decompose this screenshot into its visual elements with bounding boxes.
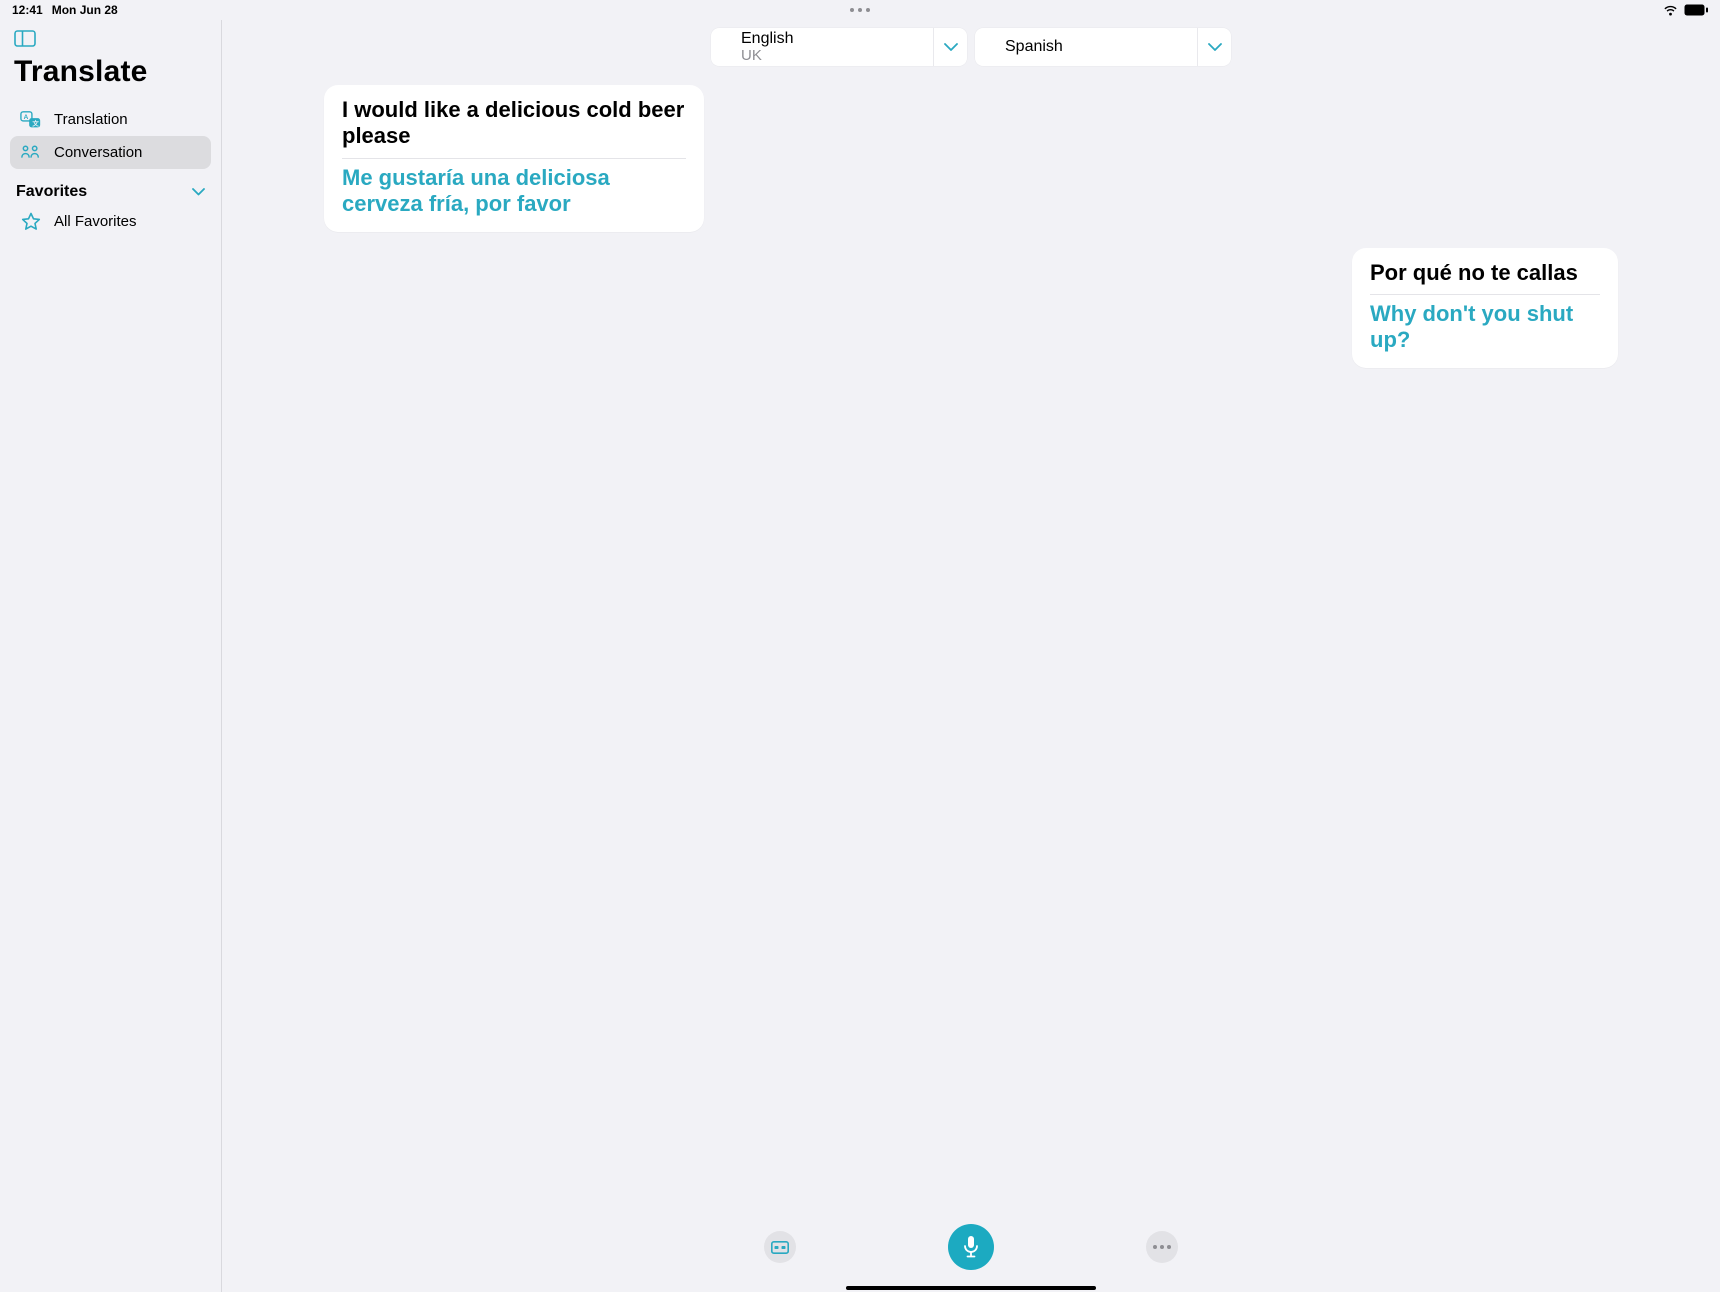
- status-date: Mon Jun 28: [52, 3, 118, 17]
- status-bar: 12:41 Mon Jun 28: [0, 0, 1720, 20]
- svg-text:文: 文: [32, 118, 39, 127]
- ellipsis-icon: [1153, 1245, 1171, 1249]
- sidebar-toggle-icon[interactable]: [14, 29, 38, 47]
- language-picker-bar: English UK Spanish: [711, 28, 1231, 66]
- sidebar-item-label: Translation: [54, 111, 128, 128]
- wifi-icon: [1663, 5, 1678, 16]
- favorites-header-label: Favorites: [16, 183, 87, 201]
- battery-icon: [1684, 4, 1708, 16]
- page-title: Translate: [14, 55, 207, 89]
- message-bubble[interactable]: Por qué no te callas Why don't you shut …: [1352, 248, 1618, 368]
- microphone-button[interactable]: [948, 1224, 994, 1270]
- sidebar-item-conversation[interactable]: Conversation: [10, 136, 211, 169]
- multitasking-dots[interactable]: [850, 8, 870, 12]
- conversation-icon: [20, 142, 42, 164]
- target-language-name: Spanish: [1005, 38, 1197, 56]
- bottom-controls: [222, 1224, 1720, 1270]
- sidebar-item-translation[interactable]: A 文 Translation: [10, 103, 211, 136]
- sidebar-item-all-favorites[interactable]: All Favorites: [10, 205, 211, 238]
- favorites-section-toggle[interactable]: Favorites: [16, 183, 205, 201]
- sidebar-item-label: All Favorites: [54, 213, 137, 230]
- home-indicator[interactable]: [846, 1286, 1096, 1290]
- face-to-face-button[interactable]: [764, 1231, 796, 1263]
- message-translation-text: Me gustaría una deliciosa cerveza fría, …: [342, 165, 686, 218]
- source-language-name: English: [741, 30, 933, 48]
- message-bubble[interactable]: I would like a delicious cold beer pleas…: [324, 85, 704, 232]
- source-language-picker[interactable]: English UK: [711, 28, 967, 66]
- source-language-region: UK: [741, 48, 933, 65]
- message-source-text: Por qué no te callas: [1370, 260, 1600, 286]
- chevron-down-icon: [192, 183, 205, 201]
- message-source-text: I would like a delicious cold beer pleas…: [342, 97, 686, 150]
- star-icon: [20, 211, 42, 233]
- sidebar-item-label: Conversation: [54, 144, 142, 161]
- content-area: English UK Spanish I would like a delici…: [222, 20, 1720, 1292]
- translation-icon: A 文: [20, 109, 42, 131]
- status-time: 12:41: [12, 3, 43, 17]
- svg-text:A: A: [24, 114, 29, 121]
- target-language-picker[interactable]: Spanish: [975, 28, 1231, 66]
- sidebar: Translate A 文 Translation Conversation: [0, 20, 222, 1292]
- more-options-button[interactable]: [1146, 1231, 1178, 1263]
- message-translation-text: Why don't you shut up?: [1370, 301, 1600, 354]
- chevron-down-icon: [933, 28, 967, 66]
- conversation-thread: I would like a delicious cold beer pleas…: [222, 85, 1720, 1192]
- chevron-down-icon: [1197, 28, 1231, 66]
